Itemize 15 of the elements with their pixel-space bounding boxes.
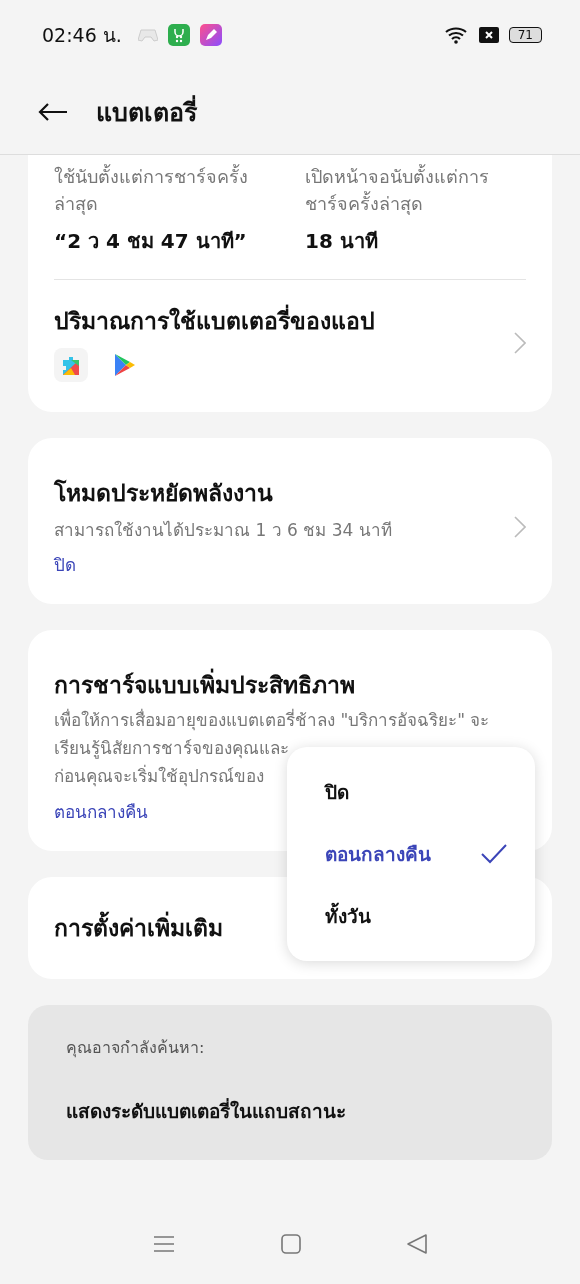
optimized-charging-value: ตอนกลางคืน <box>54 801 149 824</box>
usage-value: 18 นาที <box>305 228 379 255</box>
usage-label: ใช้นับตั้งแต่การชาร์จครั้งล่าสุด <box>54 163 249 217</box>
status-time: 02:46 น. <box>42 23 122 48</box>
battery-indicator: 71 <box>508 27 542 43</box>
power-saving-title: โหมดประหยัดพลังงาน <box>54 478 274 508</box>
app-usage-title: ปริมาณการใช้แบตเตอรี่ของแอป <box>54 304 514 338</box>
power-saving-value: ปิด <box>54 554 77 577</box>
power-saving-subtitle: สามารถใช้งานได้ประมาณ 1 ว 6 ชม 34 นาที <box>54 519 393 542</box>
more-settings-title: การตั้งค่าเพิ่มเติม <box>54 911 223 945</box>
usage-label: เปิดหน้าจอนับตั้งแต่การชาร์จครั้งล่าสุด <box>305 163 490 217</box>
usage-value: “2 ว 4 ชม 47 นาที” <box>54 228 248 255</box>
suggestions-heading: คุณอาจกำลังค้นหา: <box>66 1037 206 1060</box>
page-title: แบตเตอรี่ <box>96 92 197 132</box>
optimized-charging-title: การชาร์จแบบเพิ่มประสิทธิภาพ <box>54 668 526 702</box>
